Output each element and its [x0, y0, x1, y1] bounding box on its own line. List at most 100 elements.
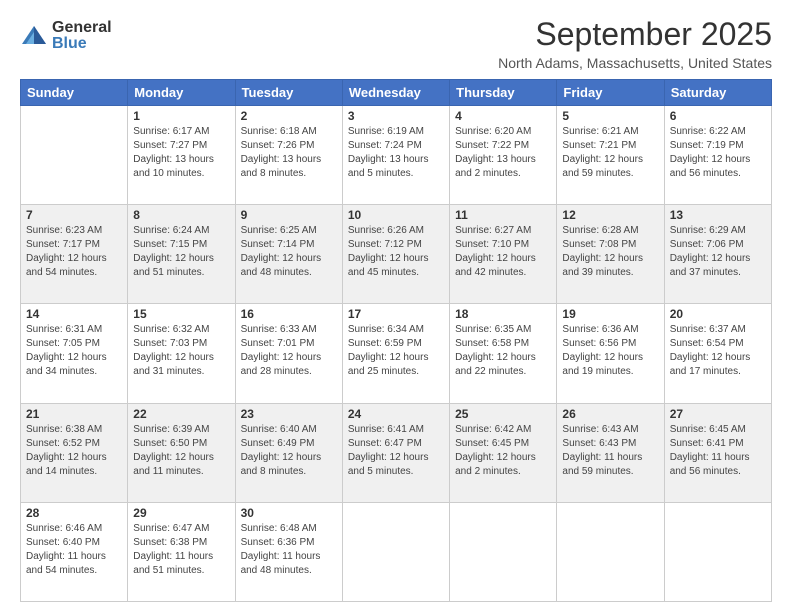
- day-number: 14: [26, 307, 122, 321]
- sunrise-text: Sunrise: 6:23 AM: [26, 225, 102, 236]
- sunrise-text: Sunrise: 6:24 AM: [133, 225, 209, 236]
- daylight-text: Daylight: 13 hours and 5 minutes.: [348, 154, 429, 179]
- day-number: 20: [670, 307, 766, 321]
- sunrise-text: Sunrise: 6:40 AM: [241, 424, 317, 435]
- day-info: Sunrise: 6:31 AM Sunset: 7:05 PM Dayligh…: [26, 323, 122, 379]
- day-number: 6: [670, 109, 766, 123]
- day-info: Sunrise: 6:46 AM Sunset: 6:40 PM Dayligh…: [26, 522, 122, 578]
- sunset-text: Sunset: 7:12 PM: [348, 239, 422, 250]
- sunrise-text: Sunrise: 6:32 AM: [133, 324, 209, 335]
- col-wednesday: Wednesday: [342, 80, 449, 106]
- table-row: 18 Sunrise: 6:35 AM Sunset: 6:58 PM Dayl…: [450, 304, 557, 403]
- sunrise-text: Sunrise: 6:45 AM: [670, 424, 746, 435]
- day-number: 25: [455, 407, 551, 421]
- day-number: 22: [133, 407, 229, 421]
- sunset-text: Sunset: 7:15 PM: [133, 239, 207, 250]
- daylight-text: Daylight: 12 hours and 17 minutes.: [670, 352, 751, 377]
- day-number: 1: [133, 109, 229, 123]
- col-sunday: Sunday: [21, 80, 128, 106]
- sunrise-text: Sunrise: 6:28 AM: [562, 225, 638, 236]
- sunrise-text: Sunrise: 6:47 AM: [133, 523, 209, 534]
- daylight-text: Daylight: 12 hours and 37 minutes.: [670, 253, 751, 278]
- daylight-text: Daylight: 12 hours and 59 minutes.: [562, 154, 643, 179]
- day-info: Sunrise: 6:29 AM Sunset: 7:06 PM Dayligh…: [670, 224, 766, 280]
- daylight-text: Daylight: 11 hours and 56 minutes.: [670, 452, 750, 477]
- table-row: 14 Sunrise: 6:31 AM Sunset: 7:05 PM Dayl…: [21, 304, 128, 403]
- logo-blue-label: Blue: [52, 36, 112, 52]
- day-info: Sunrise: 6:20 AM Sunset: 7:22 PM Dayligh…: [455, 125, 551, 181]
- day-number: 2: [241, 109, 337, 123]
- sunset-text: Sunset: 6:43 PM: [562, 438, 636, 449]
- day-info: Sunrise: 6:36 AM Sunset: 6:56 PM Dayligh…: [562, 323, 658, 379]
- calendar-row: 1 Sunrise: 6:17 AM Sunset: 7:27 PM Dayli…: [21, 106, 772, 205]
- sunrise-text: Sunrise: 6:34 AM: [348, 324, 424, 335]
- table-row: [450, 502, 557, 601]
- sunset-text: Sunset: 7:10 PM: [455, 239, 529, 250]
- header: General Blue September 2025 North Adams,…: [20, 16, 772, 71]
- sunset-text: Sunset: 7:05 PM: [26, 338, 100, 349]
- sunrise-text: Sunrise: 6:27 AM: [455, 225, 531, 236]
- day-number: 17: [348, 307, 444, 321]
- sunrise-text: Sunrise: 6:31 AM: [26, 324, 102, 335]
- table-row: 6 Sunrise: 6:22 AM Sunset: 7:19 PM Dayli…: [664, 106, 771, 205]
- table-row: [664, 502, 771, 601]
- sunset-text: Sunset: 7:26 PM: [241, 140, 315, 151]
- daylight-text: Daylight: 12 hours and 28 minutes.: [241, 352, 322, 377]
- table-row: [21, 106, 128, 205]
- day-info: Sunrise: 6:37 AM Sunset: 6:54 PM Dayligh…: [670, 323, 766, 379]
- location-title: North Adams, Massachusetts, United State…: [498, 55, 772, 71]
- daylight-text: Daylight: 12 hours and 14 minutes.: [26, 452, 107, 477]
- sunrise-text: Sunrise: 6:48 AM: [241, 523, 317, 534]
- col-tuesday: Tuesday: [235, 80, 342, 106]
- day-number: 4: [455, 109, 551, 123]
- day-info: Sunrise: 6:41 AM Sunset: 6:47 PM Dayligh…: [348, 423, 444, 479]
- sunrise-text: Sunrise: 6:42 AM: [455, 424, 531, 435]
- sunrise-text: Sunrise: 6:25 AM: [241, 225, 317, 236]
- daylight-text: Daylight: 12 hours and 56 minutes.: [670, 154, 751, 179]
- calendar-row: 14 Sunrise: 6:31 AM Sunset: 7:05 PM Dayl…: [21, 304, 772, 403]
- month-title: September 2025: [498, 16, 772, 53]
- daylight-text: Daylight: 12 hours and 19 minutes.: [562, 352, 643, 377]
- table-row: 24 Sunrise: 6:41 AM Sunset: 6:47 PM Dayl…: [342, 403, 449, 502]
- day-number: 13: [670, 208, 766, 222]
- day-info: Sunrise: 6:45 AM Sunset: 6:41 PM Dayligh…: [670, 423, 766, 479]
- daylight-text: Daylight: 12 hours and 5 minutes.: [348, 452, 429, 477]
- day-number: 15: [133, 307, 229, 321]
- daylight-text: Daylight: 11 hours and 51 minutes.: [133, 551, 213, 576]
- logo: General Blue: [20, 20, 112, 52]
- day-info: Sunrise: 6:42 AM Sunset: 6:45 PM Dayligh…: [455, 423, 551, 479]
- daylight-text: Daylight: 12 hours and 2 minutes.: [455, 452, 536, 477]
- sunset-text: Sunset: 7:08 PM: [562, 239, 636, 250]
- col-saturday: Saturday: [664, 80, 771, 106]
- day-number: 28: [26, 506, 122, 520]
- table-row: 21 Sunrise: 6:38 AM Sunset: 6:52 PM Dayl…: [21, 403, 128, 502]
- sunrise-text: Sunrise: 6:39 AM: [133, 424, 209, 435]
- daylight-text: Daylight: 12 hours and 8 minutes.: [241, 452, 322, 477]
- sunset-text: Sunset: 7:14 PM: [241, 239, 315, 250]
- daylight-text: Daylight: 12 hours and 22 minutes.: [455, 352, 536, 377]
- table-row: 15 Sunrise: 6:32 AM Sunset: 7:03 PM Dayl…: [128, 304, 235, 403]
- sunset-text: Sunset: 7:17 PM: [26, 239, 100, 250]
- daylight-text: Daylight: 12 hours and 48 minutes.: [241, 253, 322, 278]
- daylight-text: Daylight: 11 hours and 59 minutes.: [562, 452, 642, 477]
- sunset-text: Sunset: 6:58 PM: [455, 338, 529, 349]
- day-number: 18: [455, 307, 551, 321]
- day-info: Sunrise: 6:39 AM Sunset: 6:50 PM Dayligh…: [133, 423, 229, 479]
- sunset-text: Sunset: 7:06 PM: [670, 239, 744, 250]
- day-info: Sunrise: 6:35 AM Sunset: 6:58 PM Dayligh…: [455, 323, 551, 379]
- col-thursday: Thursday: [450, 80, 557, 106]
- sunset-text: Sunset: 7:22 PM: [455, 140, 529, 151]
- day-info: Sunrise: 6:18 AM Sunset: 7:26 PM Dayligh…: [241, 125, 337, 181]
- sunset-text: Sunset: 7:21 PM: [562, 140, 636, 151]
- sunset-text: Sunset: 6:49 PM: [241, 438, 315, 449]
- calendar-row: 21 Sunrise: 6:38 AM Sunset: 6:52 PM Dayl…: [21, 403, 772, 502]
- sunrise-text: Sunrise: 6:22 AM: [670, 126, 746, 137]
- sunset-text: Sunset: 7:01 PM: [241, 338, 315, 349]
- sunrise-text: Sunrise: 6:21 AM: [562, 126, 638, 137]
- day-info: Sunrise: 6:38 AM Sunset: 6:52 PM Dayligh…: [26, 423, 122, 479]
- daylight-text: Daylight: 13 hours and 8 minutes.: [241, 154, 322, 179]
- day-info: Sunrise: 6:32 AM Sunset: 7:03 PM Dayligh…: [133, 323, 229, 379]
- day-info: Sunrise: 6:48 AM Sunset: 6:36 PM Dayligh…: [241, 522, 337, 578]
- calendar-row: 28 Sunrise: 6:46 AM Sunset: 6:40 PM Dayl…: [21, 502, 772, 601]
- col-monday: Monday: [128, 80, 235, 106]
